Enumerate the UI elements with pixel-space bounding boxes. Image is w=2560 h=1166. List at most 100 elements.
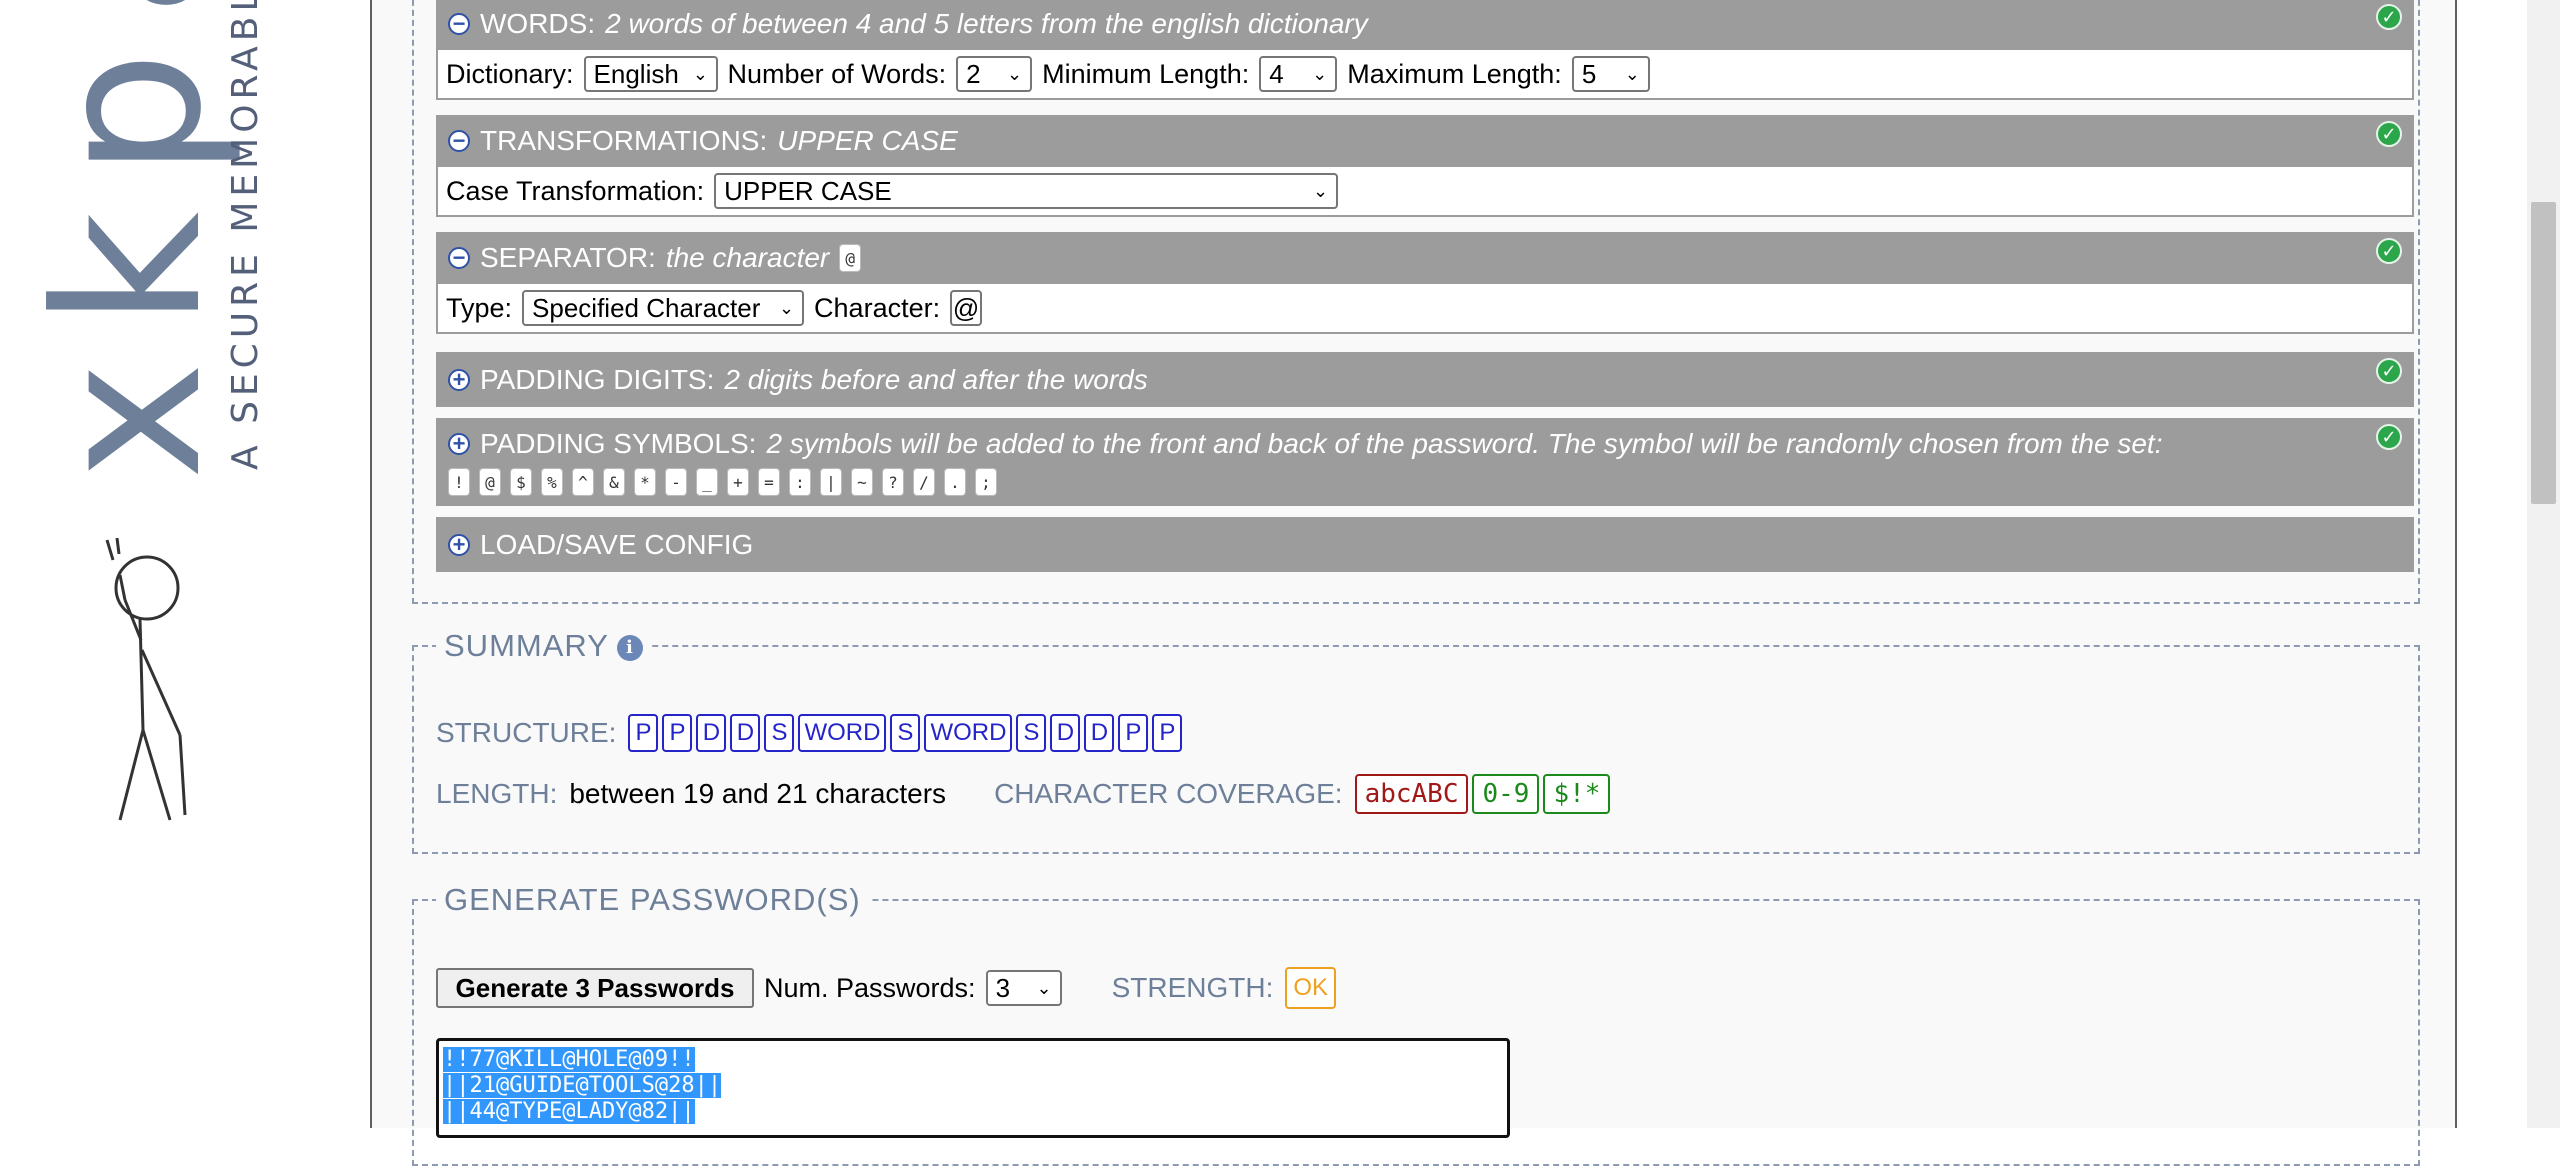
num-passwords-label: Num. Passwords: bbox=[764, 972, 976, 1003]
section-summary: 2 digits before and after the words bbox=[724, 363, 1148, 395]
coverage-badge: 0-9 bbox=[1472, 774, 1540, 814]
structure-token: WORD bbox=[798, 714, 887, 752]
valid-check-icon: ✓ bbox=[2376, 358, 2402, 384]
structure-token: P bbox=[1118, 714, 1149, 752]
expand-icon[interactable]: + bbox=[448, 433, 470, 455]
section-summary: the character bbox=[665, 242, 830, 273]
section-summary: 2 symbols will be added to the front and… bbox=[766, 428, 2163, 459]
section-summary: UPPER CASE bbox=[777, 125, 958, 156]
section-title: LOAD/SAVE CONFIG bbox=[480, 528, 754, 560]
generate-legend: GENERATE PASSWORD(S) bbox=[444, 882, 861, 917]
padding-symbols-section: + PADDING SYMBOLS: 2 symbols will be add… bbox=[436, 418, 2414, 506]
collapse-icon[interactable]: − bbox=[448, 13, 470, 35]
transformations-section: − TRANSFORMATIONS: UPPER CASE ✓ Case Tra… bbox=[436, 115, 2414, 217]
passwords-textarea[interactable]: !!77@KILL@HOLE@09!! ||21@GUIDE@TOOLS@28||… bbox=[436, 1038, 1510, 1138]
load-save-section-header[interactable]: + LOAD/SAVE CONFIG bbox=[436, 517, 2414, 572]
padding-symbol-tag: & bbox=[603, 468, 625, 496]
coverage-badge: $!* bbox=[1543, 774, 1611, 814]
separator-character-input[interactable]: @ bbox=[950, 290, 983, 326]
num-passwords-select[interactable]: 3 ⌄ bbox=[985, 970, 1062, 1006]
separator-section: − SEPARATOR: the character @ ✓ Type: Spe… bbox=[436, 232, 2414, 334]
generate-passwords-button[interactable]: Generate 3 Passwords bbox=[436, 968, 754, 1008]
brand-strip: xkpa A SECURE MEMORABL bbox=[0, 0, 370, 1128]
stick-figure-illustration bbox=[105, 537, 187, 821]
structure-token: S bbox=[1016, 714, 1047, 752]
password-text: ||44@TYPE@LADY@82|| bbox=[443, 1099, 695, 1124]
site-logo[interactable]: xkpa bbox=[13, 0, 246, 480]
site-tagline: A SECURE MEMORABL bbox=[225, 0, 266, 470]
chevron-down-icon: ⌄ bbox=[778, 297, 795, 318]
structure-token: D bbox=[730, 714, 761, 752]
coverage-badge: abcABC bbox=[1354, 774, 1469, 814]
summary-legend: SUMMARY i bbox=[436, 628, 651, 664]
expand-icon[interactable]: + bbox=[448, 533, 470, 556]
structure-token-list: P P D D S WORD S WORD S D D P P bbox=[628, 714, 1186, 752]
section-title: WORDS: bbox=[480, 8, 596, 39]
chevron-down-icon: ⌄ bbox=[1313, 180, 1329, 201]
padding-symbol-tag: . bbox=[944, 468, 966, 496]
page-scrollbar[interactable] bbox=[2527, 0, 2560, 1128]
section-title: PADDING SYMBOLS: bbox=[480, 428, 757, 459]
expand-icon[interactable]: + bbox=[448, 368, 470, 391]
padding-symbol-tag: + bbox=[727, 468, 749, 496]
min-length-select[interactable]: 4 ⌄ bbox=[1259, 56, 1338, 92]
padding-symbol-tag: $ bbox=[510, 468, 532, 496]
structure-token: D bbox=[696, 714, 727, 752]
scrollbar-thumb[interactable] bbox=[2531, 202, 2556, 504]
coverage-label: CHARACTER COVERAGE: bbox=[994, 778, 1343, 809]
min-length-label: Minimum Length: bbox=[1042, 58, 1250, 89]
structure-token: P bbox=[662, 714, 693, 752]
password-text: ||21@GUIDE@TOOLS@28|| bbox=[443, 1073, 722, 1098]
dictionary-select[interactable]: English ⌄ bbox=[583, 56, 718, 92]
padding-symbol-tag: = bbox=[758, 468, 780, 496]
case-transformation-label: Case Transformation: bbox=[446, 175, 705, 206]
padding-symbols-section-header[interactable]: + PADDING SYMBOLS: 2 symbols will be add… bbox=[436, 418, 2414, 506]
strength-label: STRENGTH: bbox=[1111, 972, 1274, 1003]
info-icon[interactable]: i bbox=[616, 634, 643, 661]
separator-section-header[interactable]: − SEPARATOR: the character @ ✓ bbox=[436, 232, 2414, 284]
padding-symbol-tag: _ bbox=[696, 468, 718, 496]
max-length-label: Maximum Length: bbox=[1347, 58, 1562, 89]
structure-token: D bbox=[1050, 714, 1081, 752]
password-text: !!77@KILL@HOLE@09!! bbox=[443, 1047, 695, 1072]
length-row: LENGTH: between 19 and 21 characters CHA… bbox=[436, 774, 1614, 814]
max-length-select[interactable]: 5 ⌄ bbox=[1571, 56, 1650, 92]
words-section: − WORDS: 2 words of between 4 and 5 lett… bbox=[436, 0, 2414, 100]
length-label: LENGTH: bbox=[436, 778, 558, 809]
words-section-header[interactable]: − WORDS: 2 words of between 4 and 5 lett… bbox=[436, 0, 2414, 50]
num-words-select[interactable]: 2 ⌄ bbox=[956, 56, 1033, 92]
padding-digits-section-header[interactable]: + PADDING DIGITS: 2 digits before and af… bbox=[436, 352, 2414, 407]
separator-section-body: Type: Specified Character ⌄ Character: @ bbox=[436, 284, 2414, 334]
separator-type-value: Specified Character bbox=[532, 292, 761, 323]
case-transformation-select[interactable]: UPPER CASE ⌄ bbox=[714, 173, 1339, 209]
section-title: TRANSFORMATIONS: bbox=[480, 125, 768, 156]
padding-symbol-tag: ~ bbox=[851, 468, 873, 496]
padding-digits-section: + PADDING DIGITS: 2 digits before and af… bbox=[436, 352, 2414, 407]
padding-symbol-tag: ; bbox=[975, 468, 997, 496]
structure-token: S bbox=[764, 714, 795, 752]
structure-row: STRUCTURE: P P D D S WORD S WORD S D D P P bbox=[436, 714, 1186, 752]
load-save-section: + LOAD/SAVE CONFIG bbox=[436, 517, 2414, 572]
transformations-section-header[interactable]: − TRANSFORMATIONS: UPPER CASE ✓ bbox=[436, 115, 2414, 167]
padding-symbol-tag: - bbox=[665, 468, 687, 496]
valid-check-icon: ✓ bbox=[2376, 424, 2402, 450]
dictionary-label: Dictionary: bbox=[446, 58, 574, 89]
structure-token: P bbox=[628, 714, 659, 752]
chevron-down-icon: ⌄ bbox=[692, 63, 708, 84]
structure-token: WORD bbox=[924, 714, 1013, 752]
padding-symbol-tag: ! bbox=[448, 468, 470, 496]
padding-symbol-tag: ^ bbox=[572, 468, 594, 496]
separator-type-select[interactable]: Specified Character ⌄ bbox=[522, 290, 805, 326]
chevron-down-icon: ⌄ bbox=[1624, 63, 1640, 84]
collapse-icon[interactable]: − bbox=[448, 130, 470, 152]
dictionary-value: English bbox=[593, 58, 679, 89]
chevron-down-icon: ⌄ bbox=[1036, 977, 1052, 998]
padding-symbol-list: ! @ $% ^ & * - _ + =: | ~? /.; bbox=[448, 468, 2414, 496]
password-line: !!77@KILL@HOLE@09!! bbox=[443, 1047, 1503, 1073]
collapse-icon[interactable]: − bbox=[448, 247, 470, 269]
structure-token: P bbox=[1152, 714, 1183, 752]
transformations-section-body: Case Transformation: UPPER CASE ⌄ bbox=[436, 167, 2414, 217]
padding-symbol-tag: * bbox=[634, 468, 656, 496]
separator-character-label: Character: bbox=[814, 292, 941, 323]
section-title: PADDING DIGITS: bbox=[480, 363, 715, 395]
